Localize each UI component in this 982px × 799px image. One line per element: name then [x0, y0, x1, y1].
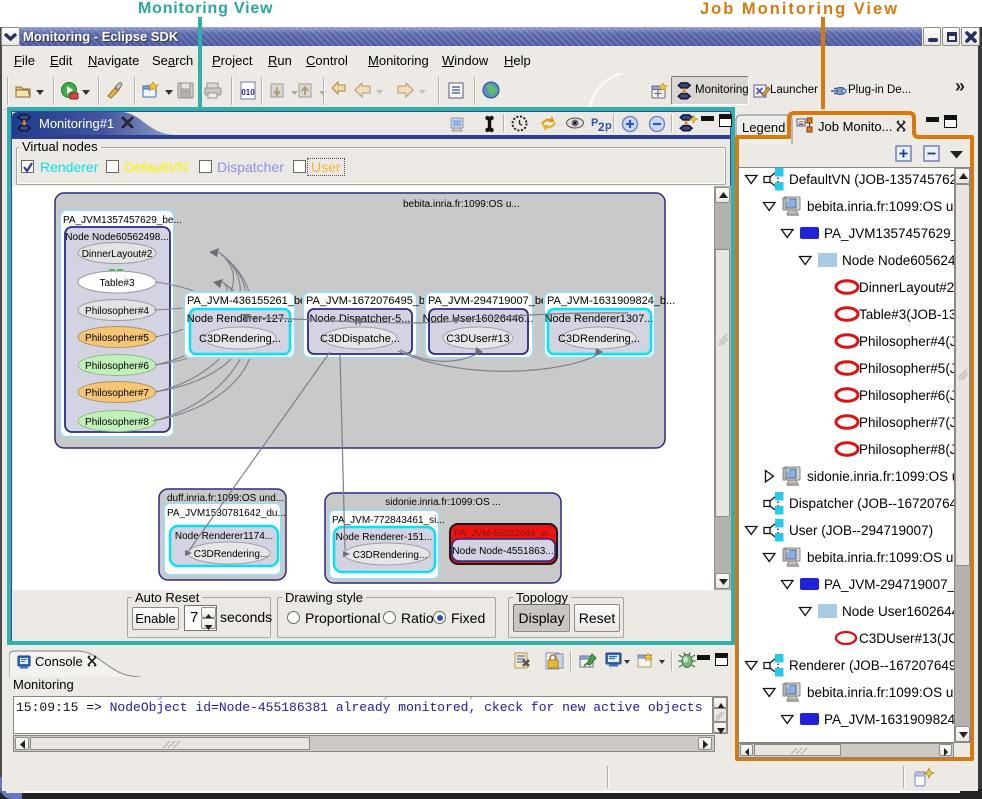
svg-text:Node Node60562498...: Node Node60562498... — [65, 232, 168, 243]
svg-text:010: 010 — [241, 88, 255, 97]
svg-text:PA_JVM-1672076495_b...: PA_JVM-1672076495_b... — [306, 295, 434, 307]
svg-text:Node Renderer1174...: Node Renderer1174... — [175, 531, 273, 542]
svg-text:Philosopher#7: Philosopher#7 — [85, 388, 149, 399]
svg-text:Philosopher#8: Philosopher#8 — [85, 417, 149, 428]
svg-text:PA_JVM-436155261_be...: PA_JVM-436155261_be... — [187, 295, 315, 307]
svg-text:Node Renderer1307...: Node Renderer1307... — [545, 313, 654, 325]
svg-text:C3DRendering...: C3DRendering... — [558, 333, 640, 345]
svg-text:Philosopher#4: Philosopher#4 — [85, 306, 149, 317]
svg-text:PA_JVM-95932046_si...: PA_JVM-95932046_si... — [454, 528, 556, 539]
svg-text:Node Node-4551863...: Node Node-4551863... — [452, 546, 553, 557]
svg-text:C3DRendering...: C3DRendering... — [353, 550, 427, 561]
svg-text:C3DRendering...: C3DRendering... — [199, 333, 281, 345]
svg-text:Philosopher#6: Philosopher#6 — [85, 361, 149, 372]
svg-text:2: 2 — [598, 120, 605, 133]
svg-text:bebita.inria.fr:1099:OS u...: bebita.inria.fr:1099:OS u... — [403, 199, 520, 210]
svg-text:PA_JVM1357457629_be...: PA_JVM1357457629_be... — [63, 215, 182, 226]
svg-text:Philosopher#5: Philosopher#5 — [85, 333, 149, 344]
svg-text:sidonie.inria.fr:1099:OS ...: sidonie.inria.fr:1099:OS ... — [385, 497, 501, 508]
svg-text:C3DRendering...: C3DRendering... — [194, 549, 268, 560]
svg-text:Node Renderer-151...: Node Renderer-151... — [336, 532, 433, 543]
svg-text:Node Renderer-127...: Node Renderer-127... — [187, 313, 293, 325]
svg-text:PA_JVM-1631909824_b...: PA_JVM-1631909824_b... — [547, 295, 675, 307]
svg-text:PA_JVM-772843461_si...: PA_JVM-772843461_si... — [332, 515, 445, 526]
svg-text:PA_JVM1530781642_du...: PA_JVM1530781642_du... — [167, 508, 286, 519]
svg-text:p: p — [605, 120, 612, 132]
svg-text:Table#3: Table#3 — [99, 278, 134, 289]
svg-text:PA_JVM-294719007_be...: PA_JVM-294719007_be... — [428, 295, 556, 307]
svg-text:DinnerLayout#2: DinnerLayout#2 — [82, 249, 153, 260]
svg-text:C3DUser#13: C3DUser#13 — [446, 333, 510, 345]
svg-text:C3DDispatche...: C3DDispatche... — [320, 333, 400, 345]
